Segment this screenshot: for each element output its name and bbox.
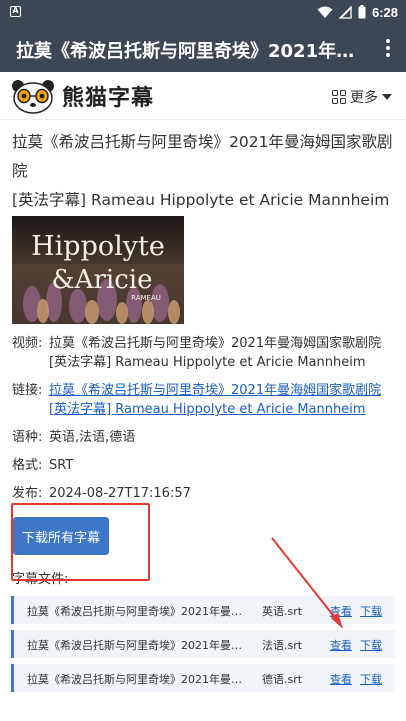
file-lang: 英语.srt [262,605,303,618]
subtitle-file-row: 拉莫《希波吕托斯与阿里奇埃》2021年曼海姆国家歌剧院 英语.srt 查看 下载 [11,596,395,624]
detail-video-label: 视频: [12,336,43,351]
view-link[interactable]: 查看 [330,637,352,653]
detail-link-label: 链接: [12,383,43,398]
status-icons: 6:28 [317,3,398,21]
site-header: 熊猫字幕 更多 [0,72,406,120]
video-poster-image: Hippolyte &Aricie RAMEAU [12,216,184,324]
download-all-button[interactable]: 下载所有字幕 [13,517,109,555]
detail-published-label: 发布: [12,486,43,501]
poster-title-line2: &Aricie [52,265,153,295]
detail-video-value: 拉莫《希波吕托斯与阿里奇埃》2021年曼海姆国家歌剧院 [英法字幕] Ramea… [49,336,382,370]
wifi-icon [317,6,333,18]
detail-link-value[interactable]: 拉莫《希波吕托斯与阿里奇埃》2021年曼海姆国家歌剧院 [英法字幕] Ramea… [49,381,396,419]
detail-published: 发布: 2024-08-27T17:16:57 [12,484,396,503]
file-name: 拉莫《希波吕托斯与阿里奇埃》2021年曼海姆国家歌剧院 [27,673,249,686]
download-link[interactable]: 下载 [360,671,382,687]
file-name: 拉莫《希波吕托斯与阿里奇埃》2021年曼海姆国家歌剧院 [27,639,249,652]
page-title-line1: 拉莫《希波吕托斯与阿里奇埃》2021年曼海姆国家歌剧院 [12,133,393,180]
page-title: 拉莫《希波吕托斯与阿里奇埃》2021年曼海姆国家歌剧院 [英法字幕] Ramea… [12,128,398,215]
file-name: 拉莫《希波吕托斯与阿里奇埃》2021年曼海姆国家歌剧院 [27,605,249,618]
poster-brand: RAMEAU [131,294,161,302]
download-link[interactable]: 下载 [360,603,382,619]
detail-link: 链接: 拉莫《希波吕托斯与阿里奇埃》2021年曼海姆国家歌剧院 [英法字幕] R… [12,381,396,419]
poster-artwork: Hippolyte &Aricie RAMEAU [12,216,184,324]
caret-down-icon [382,94,392,100]
file-lang: 德语.srt [262,673,303,686]
file-lang: 法语.srt [262,639,303,652]
detail-language: 语种: 英语,法语,德语 [12,428,396,447]
detail-format-label: 格式: [12,458,43,473]
subtitle-file-row: 拉莫《希波吕托斯与阿里奇埃》2021年曼海姆国家歌剧院 法语.srt 查看 下载 [11,630,395,658]
detail-language-label: 语种: [12,430,43,445]
grid-icon [332,90,346,104]
status-bar: A 6:28 [0,0,406,24]
detail-published-value: 2024-08-27T17:16:57 [49,486,191,501]
detail-format-value: SRT [49,458,74,473]
app-bar-title: 拉莫《希波吕托斯与阿里奇埃》2021年曼海姆国家歌剧院 [16,41,356,62]
overflow-menu-icon[interactable] [384,38,392,58]
site-logo-text: 熊猫字幕 [62,86,155,111]
view-link[interactable]: 查看 [330,671,352,687]
app-bar: 拉莫《希波吕托斯与阿里奇埃》2021年曼海姆国家歌剧院 [0,24,406,72]
view-link[interactable]: 查看 [330,603,352,619]
site-logo[interactable]: 熊猫字幕 [10,78,154,114]
detail-language-value: 英语,法语,德语 [49,430,136,445]
more-menu-button[interactable]: 更多 [332,87,392,107]
battery-icon [358,5,366,19]
subtitle-files-heading: 字幕文件: [12,572,69,587]
status-time: 6:28 [371,4,398,20]
detail-format: 格式: SRT [12,456,396,475]
signal-icon [338,5,352,19]
app-notification-icon: A [10,6,21,17]
poster-title-line1: Hippolyte [31,231,165,262]
page-title-line2: [英法字幕] Rameau Hippolyte et Aricie Mannhe… [12,191,390,209]
download-link[interactable]: 下载 [360,637,382,653]
subtitle-file-row: 拉莫《希波吕托斯与阿里奇埃》2021年曼海姆国家歌剧院 德语.srt 查看 下载 [11,664,395,692]
more-menu-label: 更多 [350,90,378,106]
detail-video: 视频: 拉莫《希波吕托斯与阿里奇埃》2021年曼海姆国家歌剧院 [英法字幕] R… [12,334,396,372]
panda-logo-icon [12,80,54,114]
